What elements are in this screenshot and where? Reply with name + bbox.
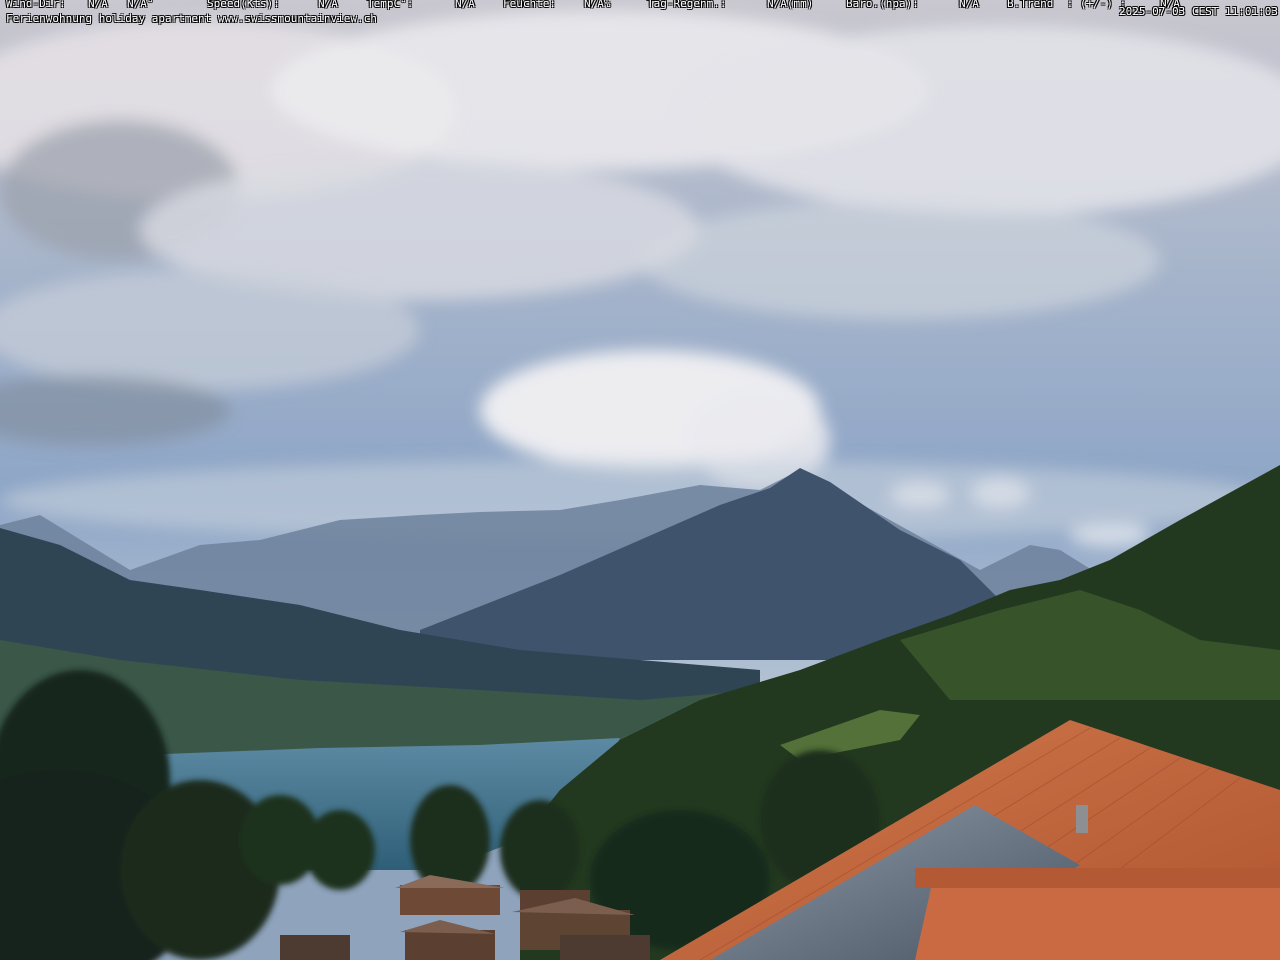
webcam-image <box>0 0 1280 960</box>
